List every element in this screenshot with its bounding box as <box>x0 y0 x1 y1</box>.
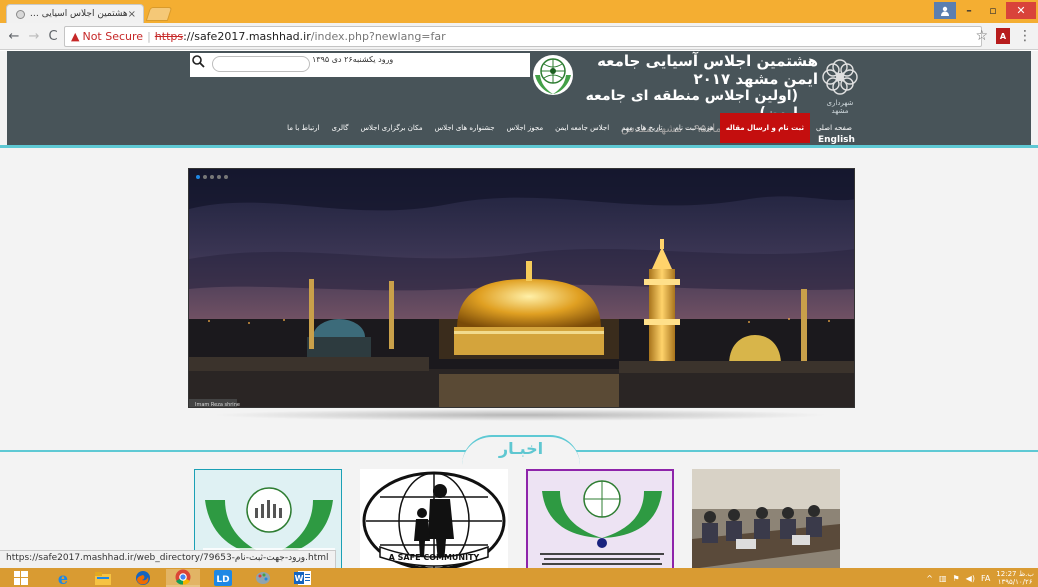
svg-text:LD: LD <box>216 575 229 585</box>
volume-icon[interactable]: ◀) <box>966 574 975 583</box>
minimize-icon[interactable]: – <box>958 2 980 19</box>
slider-dots <box>196 175 228 179</box>
login-date-text[interactable]: ورود یکشنبه۲۶ دی ۱۳۹۵ <box>312 55 393 64</box>
menu-item-fees[interactable]: هزینه ثبت نام <box>669 113 720 143</box>
url-scheme: https <box>154 30 184 43</box>
clock-date: ۱۳۹۵/۱۰/۲۶ <box>997 578 1033 586</box>
windows-start-icon[interactable] <box>4 569 38 587</box>
close-window-icon[interactable]: ✕ <box>1006 2 1036 19</box>
paint-icon[interactable] <box>246 569 280 587</box>
browser-window: × هشتمین اجلاس آسیایی جا... – ▫ ✕ ← → C … <box>0 0 1038 587</box>
file-explorer-icon[interactable] <box>86 569 120 587</box>
menu-item-gallery[interactable]: گالری <box>325 113 354 143</box>
word-icon[interactable]: W <box>286 569 320 587</box>
maximize-icon[interactable]: ▫ <box>982 2 1004 19</box>
clock[interactable]: 12:27 ب.ظ ۱۳۹۵/۱۰/۲۶ <box>996 570 1034 586</box>
flag-icon[interactable]: ⚑ <box>953 574 960 583</box>
tab-title: هشتمین اجلاس آسیایی جا... <box>25 9 128 19</box>
svg-text:W: W <box>295 574 304 583</box>
tab-strip: × هشتمین اجلاس آسیایی جا... – ▫ ✕ <box>0 0 1038 23</box>
menu-item-dates[interactable]: تاریخ های مهم <box>615 113 668 143</box>
security-label[interactable]: Not Secure <box>82 30 143 43</box>
internet-explorer-icon[interactable]: e <box>46 569 80 587</box>
news-thumb-2[interactable]: A SAFE COMMUNITY <box>360 469 508 568</box>
header-accent-strip <box>0 145 1038 148</box>
slider-dot-2[interactable] <box>203 175 207 179</box>
url-host: ://safe2017.mashhad.ir <box>183 30 311 43</box>
network-icon[interactable]: ▥ <box>939 574 947 583</box>
municipality-logo[interactable] <box>818 55 862 99</box>
menu-item-summit[interactable]: اجلاس جامعه ایمن <box>549 113 615 143</box>
hero-slider[interactable]: Imam Reza shrine <box>188 168 855 408</box>
menu-item-festivals[interactable]: جشنواره های اجلاس <box>429 113 501 143</box>
slider-dot-5[interactable] <box>224 175 228 179</box>
firefox-icon[interactable] <box>126 569 160 587</box>
bookmark-star-icon[interactable]: ☆ <box>975 28 988 44</box>
slider-caption: Imam Reza shrine <box>195 402 240 408</box>
tray-chevron-icon[interactable]: ^ <box>926 574 933 583</box>
menu-item-venue[interactable]: مکان برگزاری اجلاس <box>354 113 428 143</box>
site-title: هشتمین اجلاس آسیایی جامعه ایمن مشهد ۲۰۱۷… <box>573 51 818 135</box>
language-indicator[interactable]: FA <box>981 574 990 583</box>
title-line-1: هشتمین اجلاس آسیایی جامعه ایمن مشهد ۲۰۱۷ <box>597 52 818 88</box>
main-menu: صفحه اصلی ثبت نام و ارسال مقاله هزینه ثب… <box>250 113 858 143</box>
favicon-icon <box>16 9 25 19</box>
pdf-extension-icon[interactable]: A <box>996 28 1010 44</box>
menu-item-permit[interactable]: مجوز اجلاس <box>501 113 549 143</box>
system-tray: ^ ▥ ⚑ ◀) FA 12:27 ب.ظ ۱۳۹۵/۱۰/۲۶ <box>926 569 1034 587</box>
menu-item-register[interactable]: ثبت نام و ارسال مقاله <box>719 113 810 143</box>
news-thumb-4[interactable] <box>692 469 840 568</box>
browser-tab[interactable]: × هشتمین اجلاس آسیایی جا... <box>6 4 144 23</box>
safe-community-text: A SAFE COMMUNITY <box>389 553 480 562</box>
warning-icon: ▲ <box>71 30 80 43</box>
menu-kebab-icon[interactable]: ⋮ <box>1018 28 1032 44</box>
url-separator: | <box>147 30 151 43</box>
slider-dot-4[interactable] <box>217 175 221 179</box>
address-toolbar: ← → C ▲ Not Secure | https ://safe2017.m… <box>0 23 1038 50</box>
summit-globe-logo <box>530 53 576 99</box>
search-icon[interactable] <box>192 55 205 72</box>
status-url-tooltip: https://safe2017.mashhad.ir/web_director… <box>0 550 336 568</box>
url-path: /index.php?newlang=far <box>310 30 446 43</box>
slider-dot-1[interactable] <box>196 175 200 179</box>
svg-text:e: e <box>58 570 68 586</box>
profile-icon[interactable] <box>934 2 956 19</box>
slider-shadow <box>210 409 830 421</box>
new-tab-button[interactable] <box>145 7 173 21</box>
lingoes-icon[interactable]: LD <box>206 569 240 587</box>
window-controls: – ▫ ✕ <box>934 2 1036 19</box>
page-viewport: ورود یکشنبه۲۶ دی ۱۳۹۵ هشتمین اجلاس آسیای… <box>0 51 1038 568</box>
forward-icon[interactable]: → <box>26 28 42 44</box>
clock-time: 12:27 ب.ظ <box>996 570 1034 578</box>
shrine-night-photo: Imam Reza shrine <box>189 169 854 408</box>
url-bar[interactable]: ▲ Not Secure | https ://safe2017.mashhad… <box>64 26 982 47</box>
back-icon[interactable]: ← <box>6 28 22 44</box>
windows-taskbar: e LD W ^ ▥ ⚑ ◀) FA 12:27 ب.ظ ۱۳۹۵/۱۰/۲۶ <box>0 568 1038 587</box>
english-link[interactable]: English <box>818 135 855 145</box>
search-input[interactable] <box>212 56 310 72</box>
toolbar-right: ☆ A ⋮ <box>975 28 1032 44</box>
chrome-icon[interactable] <box>166 569 200 587</box>
reload-icon[interactable]: C <box>45 28 61 44</box>
news-thumb-3[interactable] <box>526 469 674 568</box>
slider-dot-3[interactable] <box>210 175 214 179</box>
news-heading: اخبـار <box>498 439 544 458</box>
menu-item-contact[interactable]: ارتباط با ما <box>281 113 325 143</box>
tab-close-icon[interactable]: × <box>128 9 136 20</box>
